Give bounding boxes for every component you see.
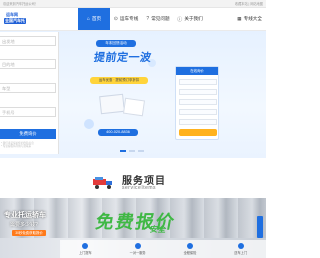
promo-ribbon: 运车优惠 · 提前预订享折扣 <box>90 77 148 84</box>
calendar-graphic <box>99 93 125 115</box>
phone-field[interactable]: 手机号 <box>0 107 56 117</box>
quote-card-row <box>179 89 217 95</box>
destination-placeholder: 目的地 <box>2 62 15 67</box>
promo-headline: 提前定一波 <box>93 52 153 64</box>
car-model-field[interactable]: 车型 <box>0 83 56 93</box>
info-icon: ⓘ <box>177 16 183 23</box>
nav-item-label: 运车专线 <box>119 16 139 21</box>
service-step: 一对一服务 <box>130 243 146 255</box>
service-step: 全程保险 <box>183 243 197 255</box>
utility-links[interactable]: 收藏本站 | 网站地图 <box>235 1 263 6</box>
grid-icon: ▦ <box>237 16 242 21</box>
form-notes: * 我们承诺保护您的隐私信息 * 专业客服将尽快与您联系 <box>1 142 56 149</box>
quote-card-row <box>179 79 217 85</box>
carousel-dot[interactable] <box>129 150 135 152</box>
welcome-text: 欢迎来到汽车托运公司！ <box>3 2 39 6</box>
question-icon: ? <box>146 16 150 22</box>
quote-card-title: 在线询价 <box>176 67 218 75</box>
origin-placeholder: 出发地 <box>2 39 15 44</box>
nav-item-about[interactable]: ⓘ 关于我们 <box>174 8 206 30</box>
nav-item-home[interactable]: ⌂ 首页 <box>78 8 110 30</box>
nav-item-faq[interactable]: ? 常见问题 <box>142 8 174 30</box>
hero-banner: 出发地 目的地 车型 手机号 免费询价 * 我们承诺保护您的隐私信息 * 专业客… <box>0 31 266 158</box>
main-nav: ⌂ 首页 ⊙ 运车专线 ? 常见问题 ⓘ 关于我们 <box>78 8 206 30</box>
step-label: 全程保险 <box>183 251 197 255</box>
service-step: 上门提车 <box>79 243 92 255</box>
quote-card-row <box>179 99 217 105</box>
promo-slogan-sub: 安全 <box>149 225 167 234</box>
quote-card-button[interactable] <box>179 129 217 136</box>
step-icon <box>237 243 244 249</box>
nav-item-label: 常见问题 <box>151 16 170 21</box>
free-quote-button[interactable]: 30秒免费获取报价 <box>12 230 46 236</box>
step-label: 一对一服务 <box>129 251 146 255</box>
quote-form: 出发地 目的地 车型 手机号 免费询价 * 我们承诺保护您的隐私信息 * 专业客… <box>0 32 59 154</box>
top-utility-bar: 欢迎来到汽车托运公司！ 收藏本站 | 网站地图 <box>0 0 266 8</box>
decor-bubble <box>84 119 94 129</box>
logo-line-2: 全国汽车托运 <box>4 18 26 29</box>
truck-icon <box>93 177 112 189</box>
step-icon <box>82 243 89 249</box>
pitch-line-1: 专业托运轿车 <box>4 212 46 219</box>
destination-field[interactable]: 目的地 <box>0 59 56 69</box>
step-label: 送车上门 <box>234 251 248 255</box>
step-label: 上门提车 <box>78 251 92 255</box>
floating-contact-button[interactable] <box>257 216 263 238</box>
site-logo[interactable]: 运车网 全国汽车托运 <box>4 11 28 29</box>
carousel-dot[interactable] <box>120 150 126 152</box>
envelope-graphic <box>122 97 146 117</box>
car-model-placeholder: 车型 <box>2 86 11 91</box>
promo-tag: 年末回馈活动 <box>96 40 136 47</box>
step-icon <box>134 243 141 249</box>
submit-quote-button[interactable]: 免费询价 <box>0 129 56 139</box>
carousel-indicators <box>120 150 144 152</box>
online-quote-card[interactable]: 在线询价 <box>175 66 219 140</box>
pitch-line-2: 需要多少钱? <box>10 222 38 228</box>
step-icon <box>186 243 193 249</box>
service-banner: 专业托运轿车 需要多少钱? 30秒免费获取报价 免费报价 安全 上门提车 一对一… <box>0 198 266 258</box>
nav-item-all-routes[interactable]: ▦ 专线大全 <box>237 16 262 22</box>
quote-card-row <box>179 119 217 125</box>
nav-item-routes[interactable]: ⊙ 运车专线 <box>110 8 142 30</box>
origin-field[interactable]: 出发地 <box>0 36 56 46</box>
nav-item-label: 关于我们 <box>184 16 203 21</box>
home-icon: ⌂ <box>86 16 90 22</box>
nav-item-label: 首页 <box>91 16 102 21</box>
service-steps: 上门提车 一对一服务 全程保险 送车上门 <box>60 240 266 258</box>
route-icon: ⊙ <box>113 16 118 22</box>
carousel-dot[interactable] <box>138 150 144 152</box>
quote-card-row <box>179 109 217 115</box>
form-note: * 专业客服将尽快与您联系 <box>1 145 32 149</box>
service-step: 送车上门 <box>234 243 247 255</box>
site-header: 运车网 全国汽车托运 ⌂ 首页 ⊙ 运车专线 ? 常见问题 ⓘ 关于我们 ▦ 专… <box>0 8 266 31</box>
promo-artwork[interactable]: 年末回馈活动 提前定一波 运车优惠 · 提前预订享折扣 400-020-8836 <box>80 39 176 143</box>
nav-item-label: 专线大全 <box>243 16 262 21</box>
service-pitch: 专业托运轿车 需要多少钱? 30秒免费获取报价 <box>4 210 60 236</box>
services-subtitle: serviceItems <box>122 185 157 191</box>
phone-placeholder: 手机号 <box>2 110 15 115</box>
hotline-badge: 400-020-8836 <box>98 129 138 136</box>
